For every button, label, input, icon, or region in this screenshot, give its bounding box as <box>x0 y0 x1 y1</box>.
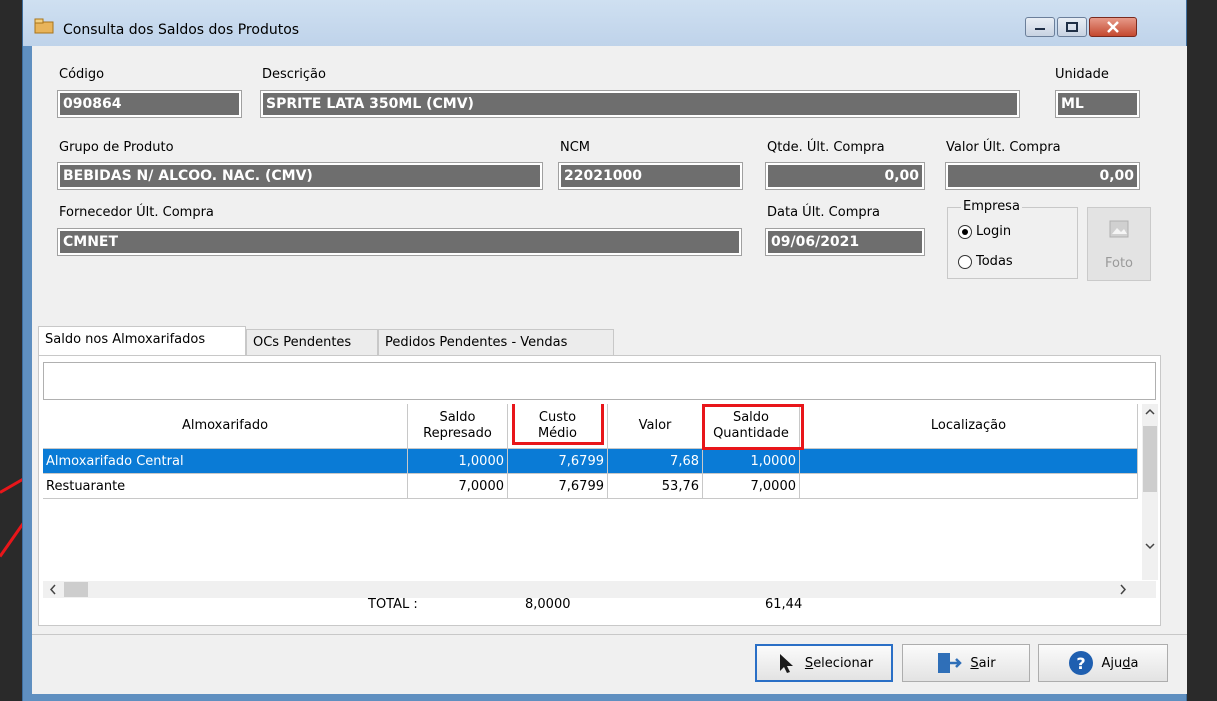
maximize-icon <box>1066 22 1078 32</box>
maximize-button[interactable] <box>1057 17 1087 37</box>
window: Consulta dos Saldos dos Produtos Código … <box>22 0 1187 701</box>
ajuda-label-post: a <box>1130 655 1139 671</box>
vertical-scroll-thumb[interactable] <box>1143 426 1157 492</box>
qtde-ult-compra-field[interactable]: 0,00 <box>765 162 925 190</box>
help-icon: ? <box>1068 651 1093 675</box>
svg-text:?: ? <box>1076 654 1085 673</box>
selecionar-mnemonic: S <box>804 655 814 671</box>
app-icon <box>34 18 54 34</box>
foto-button[interactable]: Foto <box>1087 207 1151 281</box>
selecionar-label-rest: elecionar <box>813 655 874 671</box>
table-row-2-saldo-represado[interactable]: 7,0000 <box>408 474 508 499</box>
grupo-field[interactable]: BEBIDAS N/ ALCOO. NAC. (CMV) <box>57 162 543 190</box>
sair-button[interactable]: Sair <box>902 644 1030 682</box>
empresa-legend: Empresa <box>961 199 1022 214</box>
col-header-saldo-represado[interactable]: Saldo Represado <box>408 404 508 449</box>
codigo-label: Código <box>59 67 105 82</box>
col-header-saldo-represado-line1: Saldo <box>439 410 476 425</box>
col-header-saldo-represado-line2: Represado <box>423 426 492 441</box>
table-row-2-almoxarifado[interactable]: Restuarante <box>43 474 408 499</box>
total-saldo: 8,0000 <box>525 597 571 612</box>
tab-pedidos-pendentes-vendas[interactable]: Pedidos Pendentes - Vendas <box>378 329 614 355</box>
col-header-almoxarifado-label: Almoxarifado <box>181 418 269 433</box>
descricao-field[interactable]: SPRITE LATA 350ML (CMV) <box>260 90 1020 118</box>
selecionar-button[interactable]: Selecionar <box>755 644 893 682</box>
fornecedor-field[interactable]: CMNET <box>57 228 742 256</box>
radio-todas-label: Todas <box>976 254 1013 269</box>
window-title: Consulta dos Saldos dos Produtos <box>63 22 300 38</box>
table-row-2-custo-medio[interactable]: 7,6799 <box>508 474 608 499</box>
grupo-label: Grupo de Produto <box>59 140 174 155</box>
valor-ult-compra-field[interactable]: 0,00 <box>945 162 1140 190</box>
table-row-2-localizacao[interactable] <box>800 474 1138 499</box>
vertical-scrollbar[interactable] <box>1142 404 1158 580</box>
total-valor: 61,44 <box>765 597 803 612</box>
exit-door-icon <box>938 653 963 673</box>
cursor-arrow-icon <box>779 654 793 673</box>
fornecedor-label: Fornecedor Últ. Compra <box>59 205 214 220</box>
ncm-label: NCM <box>560 140 591 155</box>
minimize-button[interactable] <box>1025 17 1055 37</box>
table-row-1-custo-medio[interactable]: 7,6799 <box>508 449 608 474</box>
data-ult-compra-label: Data Últ. Compra <box>767 205 880 220</box>
saldo-grid: Almoxarifado Saldo Represado Custo Médio… <box>43 404 1138 580</box>
sair-label: Sair <box>970 656 995 671</box>
selecionar-label: Selecionar <box>805 656 873 671</box>
radio-todas-indicator[interactable] <box>958 254 972 269</box>
tab-ocs-pendentes[interactable]: OCs Pendentes <box>246 329 378 355</box>
filter-bar[interactable] <box>43 362 1156 400</box>
col-header-valor[interactable]: Valor <box>608 404 703 449</box>
minimize-icon <box>1035 28 1045 30</box>
table-row-1-saldo-quantidade[interactable]: 1,0000 <box>703 449 800 474</box>
highlight-saldo-quantidade <box>702 404 804 450</box>
close-icon <box>1107 21 1119 33</box>
tab-panel: Almoxarifado Saldo Represado Custo Médio… <box>38 355 1161 626</box>
horizontal-scrollbar[interactable] <box>43 581 1156 598</box>
horizontal-scroll-thumb[interactable] <box>64 582 88 597</box>
col-header-localizacao[interactable]: Localização <box>800 404 1138 449</box>
table-row-1-saldo-represado[interactable]: 1,0000 <box>408 449 508 474</box>
client-area: Código 090864 Descrição SPRITE LATA 350M… <box>32 46 1187 694</box>
table-row-2-saldo-quantidade[interactable]: 7,0000 <box>703 474 800 499</box>
close-button[interactable] <box>1089 17 1137 37</box>
sair-mnemonic: S <box>970 655 979 671</box>
radio-login-indicator[interactable] <box>958 224 972 239</box>
scroll-down-icon[interactable] <box>1142 538 1158 554</box>
unidade-field[interactable]: ML <box>1055 90 1140 118</box>
table-row-1-valor[interactable]: 7,68 <box>608 449 703 474</box>
scroll-up-icon[interactable] <box>1142 404 1158 420</box>
codigo-field[interactable]: 090864 <box>57 90 242 118</box>
col-header-almoxarifado[interactable]: Almoxarifado <box>43 404 408 449</box>
ajuda-label: Ajuda <box>1102 656 1139 671</box>
title-bar: Consulta dos Saldos dos Produtos <box>23 0 1186 46</box>
table-row-1-almoxarifado[interactable]: Almoxarifado Central <box>43 449 408 474</box>
tab-saldo-almoxarifados[interactable]: Saldo nos Almoxarifados <box>38 326 246 356</box>
ncm-field[interactable]: 22021000 <box>558 162 743 190</box>
qtde-ult-compra-label: Qtde. Últ. Compra <box>767 140 885 155</box>
radio-login-label: Login <box>976 224 1012 239</box>
scroll-right-icon[interactable] <box>1115 581 1131 598</box>
scroll-left-icon[interactable] <box>45 581 61 598</box>
image-icon <box>1109 220 1129 238</box>
footer-divider <box>32 634 1187 635</box>
radio-login[interactable]: Login <box>958 224 1011 239</box>
ajuda-label-pre: Aju <box>1101 655 1123 671</box>
foto-label: Foto <box>1104 256 1134 271</box>
col-header-localizacao-label: Localização <box>930 418 1007 433</box>
table-row-2-valor[interactable]: 53,76 <box>608 474 703 499</box>
sair-label-rest: air <box>978 655 996 671</box>
valor-ult-compra-label: Valor Últ. Compra <box>946 140 1061 155</box>
ajuda-mnemonic: d <box>1122 655 1131 671</box>
ajuda-button[interactable]: ? Ajuda <box>1038 644 1168 682</box>
highlight-custo-medio <box>512 404 604 445</box>
radio-todas[interactable]: Todas <box>958 254 1013 269</box>
col-header-valor-label: Valor <box>638 418 672 433</box>
data-ult-compra-field[interactable]: 09/06/2021 <box>765 228 925 256</box>
unidade-label: Unidade <box>1055 67 1109 82</box>
total-label: TOTAL : <box>368 597 418 612</box>
descricao-label: Descrição <box>262 67 326 82</box>
table-row-1-localizacao[interactable] <box>800 449 1138 474</box>
